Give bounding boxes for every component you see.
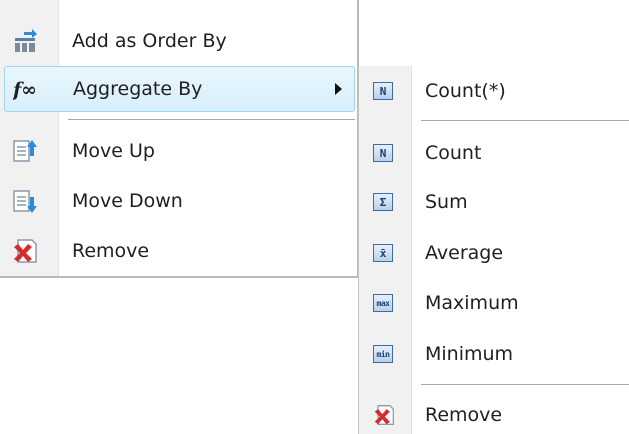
max-icon: max bbox=[373, 292, 395, 314]
sum-icon: Σ bbox=[373, 191, 395, 213]
menu-item-label: Move Down bbox=[72, 190, 183, 212]
canvas: Add as Order By f∞ Aggregate By Move Up … bbox=[0, 0, 629, 434]
submenu-item-maximum[interactable]: max Maximum bbox=[359, 280, 629, 326]
submenu-item-label: Remove bbox=[425, 404, 503, 426]
submenu-item-remove[interactable]: Remove bbox=[359, 392, 629, 434]
submenu-item-minimum[interactable]: min Minimum bbox=[359, 331, 629, 377]
menu-item-remove[interactable]: Remove bbox=[0, 228, 355, 274]
submenu-item-label: Count(*) bbox=[425, 80, 506, 102]
count-icon: N bbox=[373, 142, 395, 164]
submenu-separator bbox=[421, 120, 629, 122]
menu-item-label: Aggregate By bbox=[73, 78, 203, 100]
remove-icon bbox=[373, 404, 395, 426]
remove-icon bbox=[12, 238, 38, 264]
svg-text:f∞: f∞ bbox=[13, 79, 37, 101]
average-icon: x̄ bbox=[373, 242, 395, 264]
submenu-arrow-icon bbox=[335, 83, 342, 95]
move-up-icon bbox=[12, 138, 38, 164]
order-by-icon bbox=[12, 28, 38, 54]
menu-separator bbox=[68, 119, 355, 121]
submenu-item-label: Average bbox=[425, 242, 504, 264]
submenu-item-label: Minimum bbox=[425, 343, 514, 365]
context-menu: Add as Order By f∞ Aggregate By Move Up … bbox=[0, 0, 359, 278]
submenu-item-label: Sum bbox=[425, 191, 468, 213]
move-down-icon bbox=[12, 188, 38, 214]
menu-item-aggregate-by[interactable]: f∞ Aggregate By bbox=[4, 66, 355, 112]
submenu-item-average[interactable]: x̄ Average bbox=[359, 230, 629, 276]
count-icon: N bbox=[373, 80, 395, 102]
submenu-separator bbox=[421, 384, 629, 386]
menu-item-add-as-order-by[interactable]: Add as Order By bbox=[0, 18, 355, 64]
menu-item-label: Move Up bbox=[72, 140, 155, 162]
menu-item-label: Add as Order By bbox=[72, 30, 227, 52]
menu-item-move-up[interactable]: Move Up bbox=[0, 128, 355, 174]
submenu-item-count[interactable]: N Count bbox=[359, 130, 629, 176]
min-icon: min bbox=[373, 343, 395, 365]
submenu-item-count-star[interactable]: N Count(*) bbox=[359, 68, 629, 114]
submenu-item-label: Count bbox=[425, 142, 482, 164]
menu-item-move-down[interactable]: Move Down bbox=[0, 178, 355, 224]
aggregate-submenu: N Count(*) N Count Σ Sum x̄ Average max … bbox=[358, 66, 629, 434]
submenu-item-label: Maximum bbox=[425, 292, 519, 314]
function-icon: f∞ bbox=[11, 76, 39, 102]
menu-item-label: Remove bbox=[72, 240, 150, 262]
submenu-item-sum[interactable]: Σ Sum bbox=[359, 179, 629, 225]
